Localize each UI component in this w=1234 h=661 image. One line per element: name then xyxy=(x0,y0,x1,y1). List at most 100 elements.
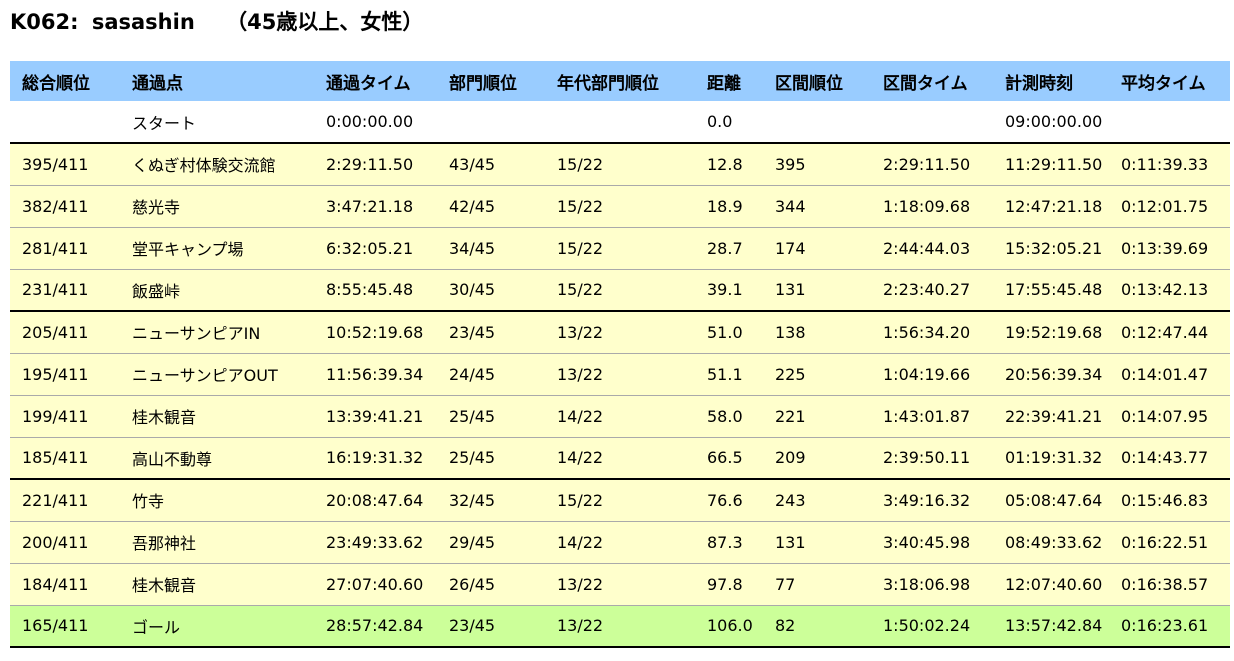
table-row: 221/411 竹寺 20:08:47.64 32/45 15/22 76.6 … xyxy=(10,478,1230,521)
cell-overall-rank: 185/411 xyxy=(10,436,120,479)
cell-split-time: 23:49:33.62 xyxy=(314,520,437,563)
column-header-checkpoint: 通過点 xyxy=(120,61,314,101)
cell-split-time: 20:08:47.64 xyxy=(314,478,437,521)
cell-section-rank: 344 xyxy=(763,184,871,227)
cell-distance: 18.9 xyxy=(695,184,763,227)
cell-checkpoint: ニューサンピアIN xyxy=(120,310,314,353)
cell-checkpoint: くぬぎ村体験交流館 xyxy=(120,142,314,185)
cell-age-division-rank: 15/22 xyxy=(545,142,695,185)
cell-checkpoint: 桂木観音 xyxy=(120,394,314,437)
cell-section-time: 1:43:01.87 xyxy=(871,394,993,437)
cell-age-division-rank: 15/22 xyxy=(545,478,695,521)
cell-section-rank: 243 xyxy=(763,478,871,521)
cell-distance: 12.8 xyxy=(695,142,763,185)
cell-checkpoint: 慈光寺 xyxy=(120,184,314,227)
cell-division-rank: 43/45 xyxy=(437,142,545,185)
cell-division-rank: 30/45 xyxy=(437,268,545,311)
column-header-split-time: 通過タイム xyxy=(314,61,437,101)
cell-clock-time: 01:19:31.32 xyxy=(993,436,1109,479)
cell-section-rank: 131 xyxy=(763,520,871,563)
cell-age-division-rank: 15/22 xyxy=(545,184,695,227)
cell-section-time: 3:49:16.32 xyxy=(871,478,993,521)
column-header-section-rank: 区間順位 xyxy=(763,61,871,101)
cell-distance: 76.6 xyxy=(695,478,763,521)
cell-division-rank: 23/45 xyxy=(437,604,545,648)
column-header-age-division-rank: 年代部門順位 xyxy=(545,61,695,101)
cell-checkpoint: スタート xyxy=(120,101,314,143)
cell-split-time: 8:55:45.48 xyxy=(314,268,437,311)
cell-age-division-rank: 15/22 xyxy=(545,226,695,269)
cell-section-time: 2:44:44.03 xyxy=(871,226,993,269)
cell-checkpoint: 吾那神社 xyxy=(120,520,314,563)
cell-average-time: 0:16:23.61 xyxy=(1109,604,1230,648)
cell-distance: 66.5 xyxy=(695,436,763,479)
cell-section-rank: 225 xyxy=(763,352,871,395)
cell-section-time: 1:50:02.24 xyxy=(871,604,993,648)
cell-division-rank: 34/45 xyxy=(437,226,545,269)
cell-division-rank: 32/45 xyxy=(437,478,545,521)
table-row: 185/411 高山不動尊 16:19:31.32 25/45 14/22 66… xyxy=(10,436,1230,479)
cell-age-division-rank: 13/22 xyxy=(545,604,695,648)
cell-division-rank: 25/45 xyxy=(437,436,545,479)
cell-checkpoint: 竹寺 xyxy=(120,478,314,521)
cell-clock-time: 12:47:21.18 xyxy=(993,184,1109,227)
cell-checkpoint: ニューサンピアOUT xyxy=(120,352,314,395)
cell-overall-rank: 281/411 xyxy=(10,226,120,269)
column-header-division-rank: 部門順位 xyxy=(437,61,545,101)
cell-split-time: 10:52:19.68 xyxy=(314,310,437,353)
cell-age-division-rank: 13/22 xyxy=(545,562,695,605)
runner-category: （45歳以上、女性） xyxy=(226,10,424,34)
cell-division-rank: 25/45 xyxy=(437,394,545,437)
cell-age-division-rank: 13/22 xyxy=(545,310,695,353)
cell-overall-rank xyxy=(10,101,120,143)
cell-section-rank: 138 xyxy=(763,310,871,353)
cell-age-division-rank: 14/22 xyxy=(545,436,695,479)
cell-split-time: 27:07:40.60 xyxy=(314,562,437,605)
table-row-start: スタート 0:00:00.00 0.0 09:00:00.00 xyxy=(10,101,1230,143)
cell-checkpoint: 高山不動尊 xyxy=(120,436,314,479)
cell-distance: 51.1 xyxy=(695,352,763,395)
cell-section-rank xyxy=(763,101,871,143)
table-row: 231/411 飯盛峠 8:55:45.48 30/45 15/22 39.1 … xyxy=(10,268,1230,311)
cell-distance: 28.7 xyxy=(695,226,763,269)
table-row: 184/411 桂木観音 27:07:40.60 26/45 13/22 97.… xyxy=(10,562,1230,605)
cell-division-rank: 26/45 xyxy=(437,562,545,605)
table-row: 195/411 ニューサンピアOUT 11:56:39.34 24/45 13/… xyxy=(10,352,1230,395)
cell-section-rank: 174 xyxy=(763,226,871,269)
cell-overall-rank: 195/411 xyxy=(10,352,120,395)
column-header-overall-rank: 総合順位 xyxy=(10,61,120,101)
cell-section-time: 1:04:19.66 xyxy=(871,352,993,395)
table-row-goal: 165/411 ゴール 28:57:42.84 23/45 13/22 106.… xyxy=(10,604,1230,648)
table-row: 200/411 吾那神社 23:49:33.62 29/45 14/22 87.… xyxy=(10,520,1230,563)
cell-overall-rank: 395/411 xyxy=(10,142,120,185)
cell-clock-time: 12:07:40.60 xyxy=(993,562,1109,605)
cell-split-time: 0:00:00.00 xyxy=(314,101,437,143)
cell-average-time: 0:11:39.33 xyxy=(1109,142,1230,185)
cell-clock-time: 20:56:39.34 xyxy=(993,352,1109,395)
cell-section-time: 1:18:09.68 xyxy=(871,184,993,227)
cell-distance: 97.8 xyxy=(695,562,763,605)
column-header-section-time: 区間タイム xyxy=(871,61,993,101)
cell-distance: 51.0 xyxy=(695,310,763,353)
cell-overall-rank: 165/411 xyxy=(10,604,120,648)
cell-section-time: 2:29:11.50 xyxy=(871,142,993,185)
cell-checkpoint: 堂平キャンプ場 xyxy=(120,226,314,269)
cell-division-rank: 23/45 xyxy=(437,310,545,353)
cell-clock-time: 09:00:00.00 xyxy=(993,101,1109,143)
cell-average-time: 0:16:38.57 xyxy=(1109,562,1230,605)
runner-bib: K062: xyxy=(10,10,79,34)
column-header-clock-time: 計測時刻 xyxy=(993,61,1109,101)
runner-name: sasashin xyxy=(91,10,195,34)
cell-split-time: 16:19:31.32 xyxy=(314,436,437,479)
cell-age-division-rank: 13/22 xyxy=(545,352,695,395)
cell-average-time: 0:12:47.44 xyxy=(1109,310,1230,353)
cell-section-rank: 395 xyxy=(763,142,871,185)
cell-age-division-rank: 14/22 xyxy=(545,394,695,437)
cell-section-rank: 221 xyxy=(763,394,871,437)
cell-distance: 0.0 xyxy=(695,101,763,143)
cell-age-division-rank: 14/22 xyxy=(545,520,695,563)
cell-overall-rank: 200/411 xyxy=(10,520,120,563)
cell-average-time xyxy=(1109,101,1230,143)
cell-section-rank: 77 xyxy=(763,562,871,605)
cell-clock-time: 05:08:47.64 xyxy=(993,478,1109,521)
